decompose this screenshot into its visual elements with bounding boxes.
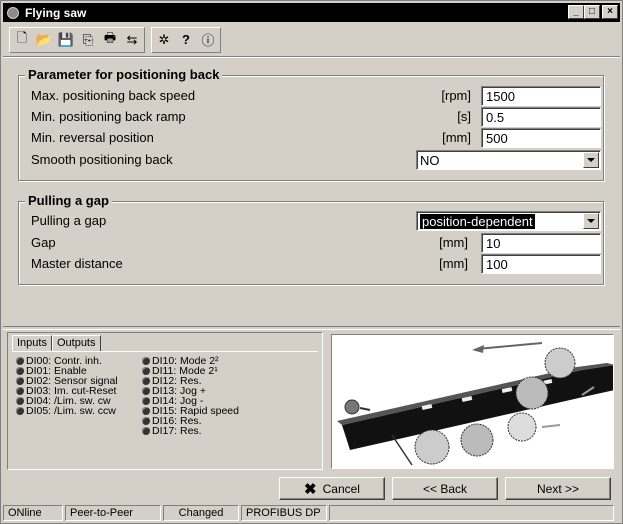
toolbar-help-group: ✲ ? ⓘ [151,27,221,53]
minimize-button[interactable]: _ [568,5,584,19]
status-online: ONline [3,505,63,521]
title-bar[interactable]: Flying saw _ □ × [3,3,620,22]
window-title: Flying saw [25,5,87,20]
reversal-label: Min. reversal position [31,130,154,145]
max-speed-field[interactable]: 1500 [481,86,601,106]
chevron-down-icon [587,219,595,223]
flying-saw-illustration [331,334,614,469]
chevron-down-icon [587,158,595,162]
gap-label: Gap [31,235,56,250]
copy-icon[interactable]: ⎘ [77,29,99,50]
next-button-label: Next >> [536,481,580,496]
max-speed-row: Max. positioning back speed [rpm] 1500 [31,86,601,106]
reversal-field[interactable]: 500 [481,128,601,148]
status-led-icon [142,417,150,425]
max-speed-label: Max. positioning back speed [31,88,196,103]
min-ramp-label: Min. positioning back ramp [31,109,186,124]
back-button[interactable]: << Back [392,477,498,500]
gap-unit: [mm] [439,235,468,250]
smooth-row: Smooth positioning back NO [31,150,601,170]
min-ramp-unit: [s] [457,109,471,124]
input-label: DI05: /Lim. sw. ccw [26,405,116,417]
export-icon[interactable]: ⇆ [121,29,143,50]
master-distance-field[interactable]: 100 [481,254,601,274]
toolbar-file-group: 🗋 📂 💾 ⎘ 🖶 ⇆ [9,27,145,53]
status-led-icon [142,427,150,435]
status-led-icon [16,367,24,375]
next-button[interactable]: Next >> [505,477,611,500]
gap-row: Gap [mm] 10 [31,233,601,253]
positioning-group-title: Parameter for positioning back [25,67,223,82]
cancel-button-label: Cancel [322,481,360,496]
status-led-icon [142,357,150,365]
inputs-column-2: DI10: Mode 2² DI11: Mode 2¹ DI12: Res. DI13… [142,356,239,436]
pulling-gap-row: Pulling a gap position-dependent [31,211,601,231]
status-led-icon [142,397,150,405]
pulling-gap-label: Pulling a gap [31,213,107,228]
gap-group: Pulling a gap Pulling a gap position-dep… [18,193,604,285]
back-button-label: << Back [422,481,468,496]
gap-field[interactable]: 10 [481,233,601,253]
reversal-row: Min. reversal position [mm] 500 [31,128,601,148]
new-file-icon[interactable]: 🗋 [11,29,33,50]
input-item: DI05: /Lim. sw. ccw [16,406,118,416]
status-bus: PROFIBUS DP [241,505,327,521]
status-led-icon [142,387,150,395]
pulling-gap-select-value: position-dependent [420,214,535,229]
min-ramp-field[interactable]: 0.5 [481,107,601,127]
status-led-icon [142,407,150,415]
print-icon[interactable]: 🖶 [99,29,121,50]
lower-divider [3,326,620,330]
status-led-icon [16,397,24,405]
io-tabs: Inputs Outputs [12,335,101,351]
reversal-unit: [mm] [442,130,471,145]
status-led-icon [16,357,24,365]
maximize-button[interactable]: □ [584,5,600,19]
inputs-column-1: DI00: Contr. inh. DI01: Enable DI02: Senso… [16,356,118,416]
tools-icon[interactable]: ✲ [153,29,175,50]
info-icon[interactable]: ⓘ [197,29,219,50]
status-bar: ONline Peer-to-Peer Changed PROFIBUS DP [3,505,620,522]
tab-inputs[interactable]: Inputs [12,335,52,351]
smooth-dropdown-button[interactable] [583,152,599,168]
status-led-icon [16,387,24,395]
min-ramp-row: Min. positioning back ramp [s] 0.5 [31,107,601,127]
main-window: Flying saw _ □ × 🗋 📂 💾 ⎘ 🖶 ⇆ ✲ ? ⓘ Param… [0,0,623,524]
master-distance-row: Master distance [mm] 100 [31,254,601,274]
open-folder-icon[interactable]: 📂 [33,29,55,50]
tab-outputs[interactable]: Outputs [51,335,101,351]
toolbar: 🗋 📂 💾 ⎘ 🖶 ⇆ ✲ ? ⓘ [9,27,227,53]
window-controls: _ □ × [568,5,618,19]
input-item: DI17: Res. [142,426,239,436]
status-led-icon [16,407,24,415]
status-state: Changed [163,505,239,521]
smooth-label: Smooth positioning back [31,152,173,167]
status-led-icon [142,377,150,385]
cancel-x-icon: ✖ [304,480,317,498]
io-panel: Inputs Outputs DI00: Contr. inh. DI01: En… [7,332,323,470]
status-empty [329,505,614,521]
status-led-icon [16,377,24,385]
smooth-select-value: NO [420,153,440,168]
help-icon[interactable]: ? [175,29,197,50]
smooth-select[interactable]: NO [416,150,601,170]
pulling-gap-dropdown-button[interactable] [583,213,599,229]
save-icon[interactable]: 💾 [55,29,77,50]
master-distance-label: Master distance [31,256,123,271]
max-speed-unit: [rpm] [441,88,471,103]
positioning-group: Parameter for positioning back Max. posi… [18,67,604,181]
gap-group-title: Pulling a gap [25,193,112,208]
app-icon [7,6,19,19]
pulling-gap-select[interactable]: position-dependent [416,211,601,231]
cancel-button[interactable]: ✖ Cancel [279,477,385,500]
status-led-icon [142,367,150,375]
saw-diagram-svg [337,342,613,466]
input-label: DI17: Res. [152,425,202,437]
inputs-tab-body: DI00: Contr. inh. DI01: Enable DI02: Senso… [12,351,318,466]
master-distance-unit: [mm] [439,256,468,271]
status-mode: Peer-to-Peer [65,505,161,521]
toolbar-divider [3,56,620,58]
close-button[interactable]: × [602,5,618,19]
